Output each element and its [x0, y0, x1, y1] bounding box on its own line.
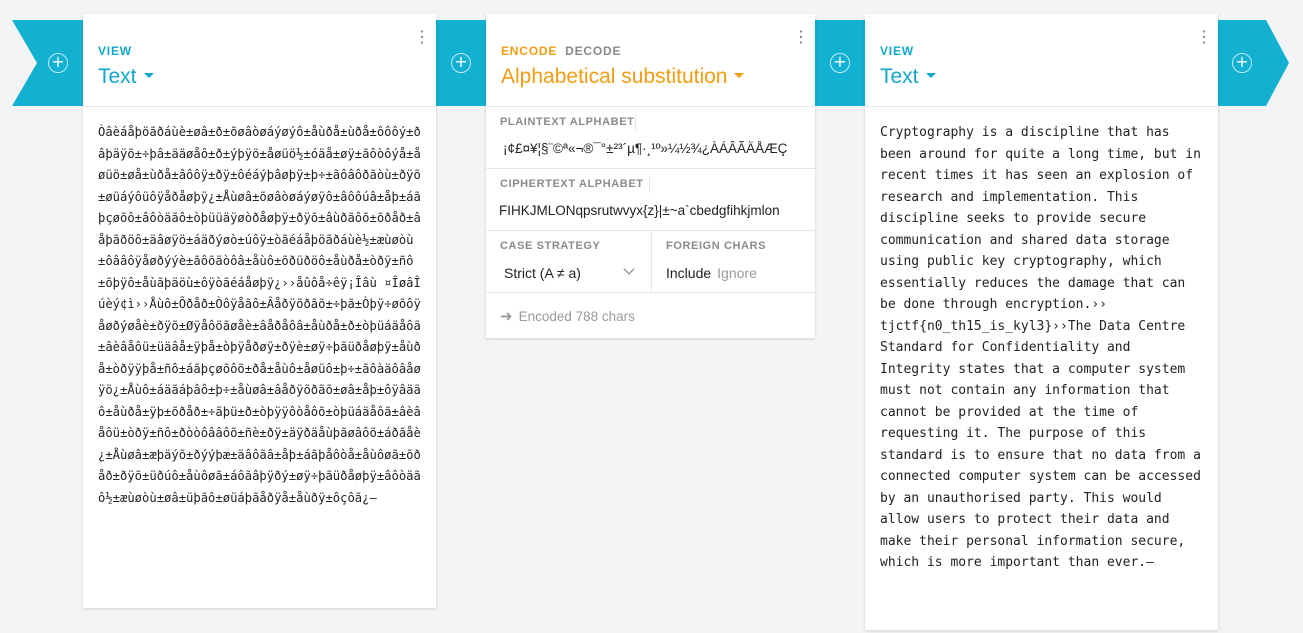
- kebab-menu-icon[interactable]: ⋮: [414, 28, 430, 46]
- input-text-area[interactable]: Òâèáåþöãðáùè±øâ±ð±õøâòøáýøýô±åùðå±ùðå±ôô…: [98, 122, 424, 509]
- format-label: Text: [880, 65, 919, 88]
- tab-decode[interactable]: DECODE: [565, 44, 621, 58]
- pipeline-end-connector: +: [1218, 20, 1289, 106]
- pipeline-connector-1: +: [436, 20, 486, 106]
- input-view-card: VIEW ⋮ Text Òâèáåþöãðáùè±øâ±ð±õøâòøáýøýô…: [83, 14, 436, 608]
- tab-view[interactable]: VIEW: [98, 44, 132, 58]
- operation-card: ENCODE DECODE ⋮ Alphabetical substitution…: [486, 14, 815, 338]
- card-header: VIEW ⋮ Text: [83, 14, 436, 107]
- arrow-right-icon: ➜: [500, 307, 513, 325]
- column-divider: [651, 231, 652, 292]
- case-strategy-select[interactable]: Strict (A ≠ a): [504, 265, 581, 281]
- operation-label: Alphabetical substitution: [501, 65, 728, 88]
- plaintext-alphabet-input[interactable]: ¡¢£¤¥¦§¨©ª«¬®¯°±²³´µ¶·¸¹º»¼½¾¿ÀÁÂÃÄÅÆÇ: [503, 141, 805, 156]
- chevron-down-icon[interactable]: [623, 263, 635, 275]
- card-header: ENCODE DECODE ⋮ Alphabetical substitution: [486, 14, 815, 107]
- status-line: ➜ Encoded 788 chars: [500, 307, 635, 325]
- add-step-icon[interactable]: +: [1232, 53, 1252, 73]
- kebab-menu-icon[interactable]: ⋮: [1196, 28, 1212, 46]
- mode-tabs: ENCODE DECODE: [501, 44, 629, 58]
- field-label: PLAINTEXT ALPHABET: [500, 116, 635, 128]
- format-selector[interactable]: Text: [880, 65, 936, 89]
- kebab-menu-icon[interactable]: ⋮: [793, 28, 809, 46]
- pipeline-stage: + + + + VIEW ⋮ Text Òâèáåþöãðáùè±øâ±ð±õø…: [0, 0, 1303, 633]
- tab-encode[interactable]: ENCODE: [501, 44, 557, 58]
- field-label: CIPHERTEXT ALPHABET: [500, 178, 644, 190]
- ciphertext-alphabet-input[interactable]: FIHKJMLONqpsrutwvyx{z}|±~a`cbedgfihkjmlo…: [499, 203, 805, 218]
- mode-tabs: VIEW: [880, 44, 922, 58]
- foreign-include-option[interactable]: Include: [666, 265, 711, 281]
- format-label: Text: [98, 65, 137, 88]
- add-step-icon[interactable]: +: [48, 53, 68, 73]
- add-step-icon[interactable]: +: [830, 53, 850, 73]
- tab-view[interactable]: VIEW: [880, 44, 914, 58]
- foreign-chars-toggle: Include Ignore: [666, 265, 757, 281]
- pipeline-start-connector: +: [12, 20, 83, 106]
- format-selector[interactable]: Text: [98, 65, 154, 89]
- add-step-icon[interactable]: +: [451, 53, 471, 73]
- pipeline-connector-2: +: [815, 20, 865, 106]
- caret-down-icon: [734, 72, 745, 78]
- mode-tabs: VIEW: [98, 44, 140, 58]
- foreign-ignore-option[interactable]: Ignore: [717, 265, 757, 281]
- output-view-card: VIEW ⋮ Text Cryptography is a discipline…: [865, 14, 1218, 630]
- status-text: Encoded 788 chars: [518, 309, 635, 324]
- caret-down-icon: [143, 72, 154, 78]
- caret-down-icon: [925, 72, 936, 78]
- output-text-area[interactable]: Cryptography is a discipline that has be…: [880, 122, 1206, 574]
- field-label: FOREIGN CHARS: [666, 240, 767, 252]
- label-divider: [649, 177, 650, 193]
- options-row: CASE STRATEGY Strict (A ≠ a) FOREIGN CHA…: [486, 231, 815, 293]
- operation-selector[interactable]: Alphabetical substitution: [501, 65, 745, 89]
- card-header: VIEW ⋮ Text: [865, 14, 1218, 107]
- label-divider: [635, 115, 636, 131]
- ciphertext-alphabet-field[interactable]: CIPHERTEXT ALPHABET FIHKJMLONqpsrutwvyx{…: [486, 169, 815, 231]
- plaintext-alphabet-field[interactable]: PLAINTEXT ALPHABET ¡¢£¤¥¦§¨©ª«¬®¯°±²³´µ¶…: [486, 107, 815, 169]
- field-label: CASE STRATEGY: [500, 240, 601, 252]
